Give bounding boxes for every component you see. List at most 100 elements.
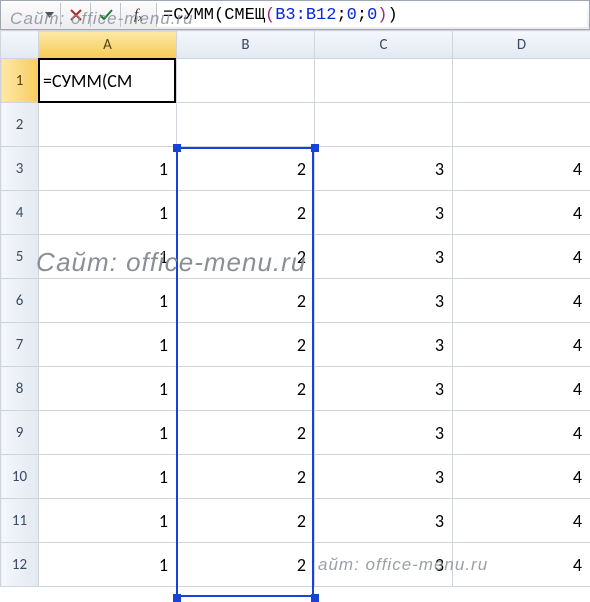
- cell-D1[interactable]: [453, 59, 590, 103]
- formula-input[interactable]: =СУММ(СМЕЩ(B3:B12;0;0)): [157, 3, 587, 27]
- cell-C4[interactable]: 3: [315, 191, 453, 235]
- cell-C7[interactable]: 3: [315, 323, 453, 367]
- cell-C10[interactable]: 3: [315, 455, 453, 499]
- cell-D10[interactable]: 4: [453, 455, 590, 499]
- name-box-dropdown[interactable]: [3, 3, 61, 27]
- cell-B5[interactable]: 2: [177, 235, 315, 279]
- column-header-B[interactable]: B: [177, 31, 315, 59]
- cell-A11[interactable]: 1: [39, 499, 177, 543]
- spreadsheet-grid[interactable]: A B C D 1 =СУММ(СМ 2 3: [0, 30, 590, 587]
- cell-A3[interactable]: 1: [39, 147, 177, 191]
- cell-B6[interactable]: 2: [177, 279, 315, 323]
- row-9: 9 1 2 3 4: [1, 411, 590, 455]
- row-2: 2: [1, 103, 590, 147]
- row-10: 10 1 2 3 4: [1, 455, 590, 499]
- cell-B7[interactable]: 2: [177, 323, 315, 367]
- formula-range-ref: B3:B12: [275, 6, 336, 25]
- fx-icon: fx: [134, 7, 143, 24]
- cell-B12[interactable]: 2: [177, 543, 315, 587]
- cell-B8[interactable]: 2: [177, 367, 315, 411]
- row-header-12[interactable]: 12: [1, 543, 39, 587]
- cell-D11[interactable]: 4: [453, 499, 590, 543]
- formula-paren: ): [377, 6, 387, 25]
- cell-C6[interactable]: 3: [315, 279, 453, 323]
- cell-C11[interactable]: 3: [315, 499, 453, 543]
- cell-A8[interactable]: 1: [39, 367, 177, 411]
- cell-A7[interactable]: 1: [39, 323, 177, 367]
- column-header-A[interactable]: A: [39, 31, 177, 59]
- formula-bar: fx =СУММ(СМЕЩ(B3:B12;0;0)): [0, 0, 590, 30]
- cell-C5[interactable]: 3: [315, 235, 453, 279]
- cell-C12[interactable]: 3: [315, 543, 453, 587]
- chevron-down-icon: [45, 12, 54, 18]
- row-header-9[interactable]: 9: [1, 411, 39, 455]
- row-11: 11 1 2 3 4: [1, 499, 590, 543]
- row-header-3[interactable]: 3: [1, 147, 39, 191]
- cell-D7[interactable]: 4: [453, 323, 590, 367]
- cell-A10[interactable]: 1: [39, 455, 177, 499]
- column-header-C[interactable]: C: [315, 31, 453, 59]
- row-header-4[interactable]: 4: [1, 191, 39, 235]
- row-header-10[interactable]: 10: [1, 455, 39, 499]
- cell-A5[interactable]: 1: [39, 235, 177, 279]
- column-header-row: A B C D: [1, 31, 590, 59]
- formula-paren: (: [265, 6, 275, 25]
- row-header-5[interactable]: 5: [1, 235, 39, 279]
- cell-B1[interactable]: [177, 59, 315, 103]
- cell-B4[interactable]: 2: [177, 191, 315, 235]
- check-icon: [99, 9, 113, 21]
- cell-B9[interactable]: 2: [177, 411, 315, 455]
- cell-C8[interactable]: 3: [315, 367, 453, 411]
- cell-B2[interactable]: [177, 103, 315, 147]
- x-icon: [70, 9, 82, 21]
- formula-text: ): [387, 6, 397, 25]
- formula-sep: ;: [357, 6, 367, 25]
- row-5: 5 1 2 3 4: [1, 235, 590, 279]
- row-3: 3 1 2 3 4: [1, 147, 590, 191]
- cell-D5[interactable]: 4: [453, 235, 590, 279]
- cell-D9[interactable]: 4: [453, 411, 590, 455]
- row-header-8[interactable]: 8: [1, 367, 39, 411]
- range-handle-bl[interactable]: [173, 594, 181, 602]
- cell-C9[interactable]: 3: [315, 411, 453, 455]
- formula-arg: 0: [367, 6, 377, 25]
- cell-C3[interactable]: 3: [315, 147, 453, 191]
- formula-text: =СУММ(СМЕЩ: [163, 6, 265, 25]
- row-header-1[interactable]: 1: [1, 59, 39, 103]
- cancel-formula-button[interactable]: [61, 3, 91, 27]
- row-header-7[interactable]: 7: [1, 323, 39, 367]
- insert-function-button[interactable]: fx: [121, 3, 157, 27]
- column-header-D[interactable]: D: [453, 31, 590, 59]
- cell-A2[interactable]: [39, 103, 177, 147]
- formula-sep: ;: [336, 6, 346, 25]
- row-6: 6 1 2 3 4: [1, 279, 590, 323]
- range-handle-br[interactable]: [311, 594, 319, 602]
- cell-D3[interactable]: 4: [453, 147, 590, 191]
- cell-B11[interactable]: 2: [177, 499, 315, 543]
- cell-C1[interactable]: [315, 59, 453, 103]
- cell-D8[interactable]: 4: [453, 367, 590, 411]
- formula-arg: 0: [347, 6, 357, 25]
- cell-A9[interactable]: 1: [39, 411, 177, 455]
- row-header-6[interactable]: 6: [1, 279, 39, 323]
- cell-B3[interactable]: 2: [177, 147, 315, 191]
- cell-A1[interactable]: =СУММ(СМ: [39, 59, 177, 103]
- row-1: 1 =СУММ(СМ: [1, 59, 590, 103]
- cell-A6[interactable]: 1: [39, 279, 177, 323]
- cell-D4[interactable]: 4: [453, 191, 590, 235]
- row-4: 4 1 2 3 4: [1, 191, 590, 235]
- row-8: 8 1 2 3 4: [1, 367, 590, 411]
- cell-A4[interactable]: 1: [39, 191, 177, 235]
- row-7: 7 1 2 3 4: [1, 323, 590, 367]
- cell-C2[interactable]: [315, 103, 453, 147]
- cell-D2[interactable]: [453, 103, 590, 147]
- cell-D12[interactable]: 4: [453, 543, 590, 587]
- accept-formula-button[interactable]: [91, 3, 121, 27]
- cell-A12[interactable]: 1: [39, 543, 177, 587]
- select-all-corner[interactable]: [1, 31, 39, 59]
- cell-B10[interactable]: 2: [177, 455, 315, 499]
- row-12: 12 1 2 3 4: [1, 543, 590, 587]
- row-header-2[interactable]: 2: [1, 103, 39, 147]
- row-header-11[interactable]: 11: [1, 499, 39, 543]
- cell-D6[interactable]: 4: [453, 279, 590, 323]
